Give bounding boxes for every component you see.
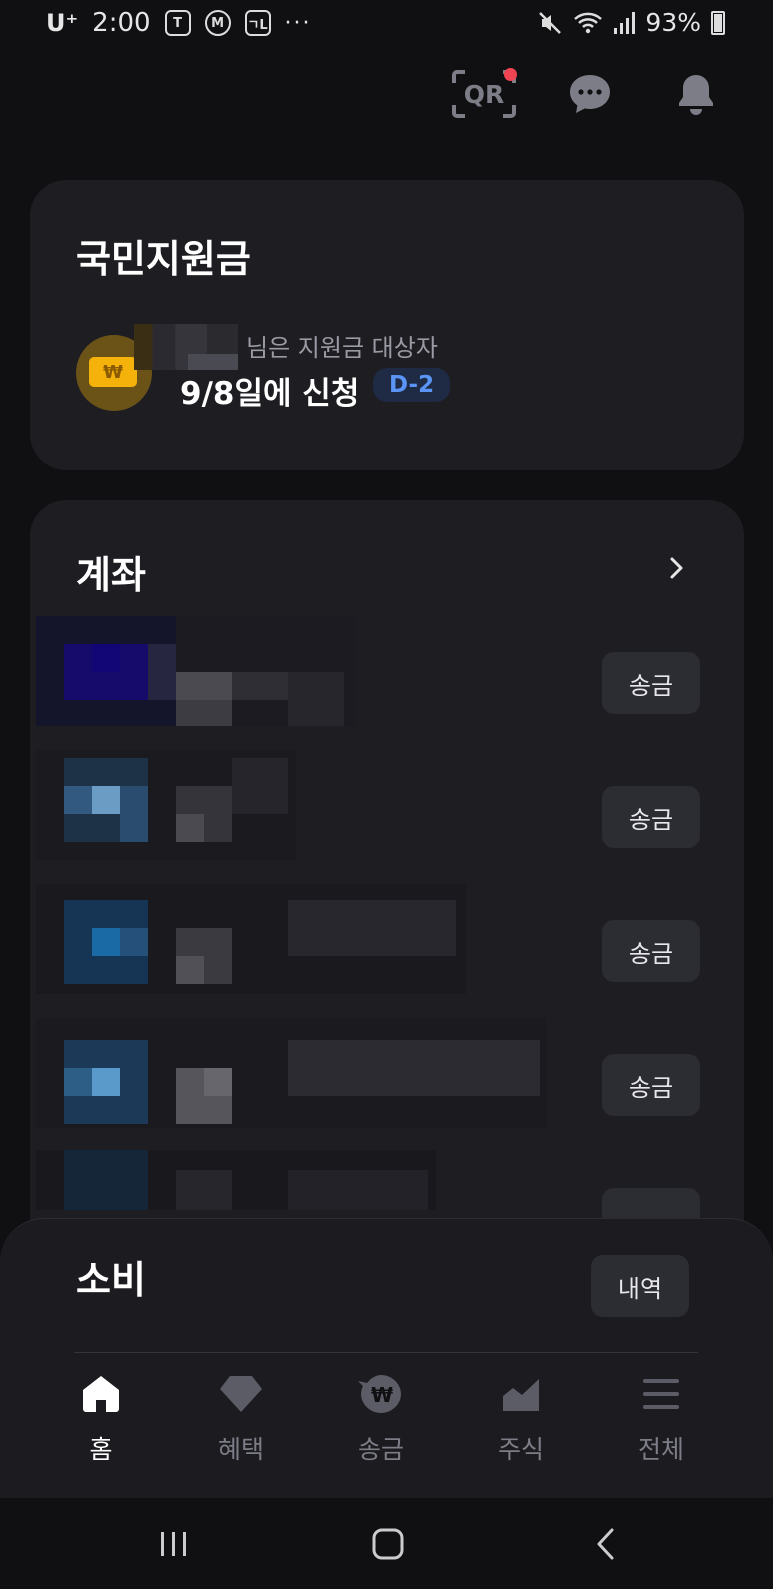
notifications-button[interactable]	[663, 66, 729, 122]
chart-icon	[503, 1379, 539, 1411]
chat-icon	[570, 75, 610, 113]
wifi-icon	[574, 12, 603, 33]
battery-icon	[711, 10, 725, 35]
diamond-icon	[220, 1376, 262, 1412]
blurred-account-info	[36, 884, 466, 994]
blurred-account-info	[36, 1018, 546, 1128]
more-notifications-icon: ···	[284, 10, 312, 36]
m-app-notification-icon: M	[204, 10, 231, 36]
menu-icon	[643, 1379, 679, 1409]
app-notification-icon: ㄱL	[244, 10, 271, 36]
account-row[interactable]: 송금	[30, 750, 744, 860]
nav-label: 홈	[89, 1435, 113, 1464]
history-button[interactable]: 내역	[591, 1255, 689, 1317]
nav-label: 주식	[497, 1435, 544, 1464]
divider	[74, 1352, 698, 1353]
dday-badge: D-2	[373, 368, 451, 402]
blurred-account-info	[36, 750, 296, 860]
support-card-title: 국민지원금	[76, 237, 251, 281]
send-money-button[interactable]: 송금	[602, 1054, 700, 1116]
blurred-user-name	[134, 324, 238, 370]
nav-benefits[interactable]: 혜택	[186, 1370, 296, 1466]
chat-button[interactable]	[557, 66, 623, 122]
won-ticket-icon: ₩	[89, 357, 137, 387]
home-square-icon	[372, 1528, 404, 1560]
send-money-button[interactable]: 송금	[602, 920, 700, 982]
accounts-title[interactable]: 계좌	[76, 544, 146, 599]
nav-transfer[interactable]: ₩ 송금	[326, 1370, 436, 1466]
accounts-card: 계좌 송금 송금 송금 송금	[30, 500, 744, 1260]
recent-apps-icon	[161, 1532, 186, 1556]
chevron-right-icon[interactable]	[664, 556, 688, 580]
system-nav-bar	[0, 1498, 773, 1589]
clock: 2:00	[92, 8, 151, 38]
nav-stocks[interactable]: 주식	[466, 1370, 576, 1466]
back-icon	[597, 1528, 614, 1560]
blurred-account-info	[36, 616, 356, 726]
nav-label: 송금	[357, 1435, 404, 1464]
account-row[interactable]: 송금	[30, 1018, 744, 1128]
nav-label: 혜택	[217, 1435, 264, 1464]
home-icon	[83, 1376, 119, 1412]
notification-dot	[504, 68, 517, 81]
account-row[interactable]: 송금	[30, 616, 744, 726]
battery-percent: 93%	[645, 8, 701, 37]
spending-title: 소비	[76, 1258, 146, 1302]
recent-apps-button[interactable]	[144, 1520, 204, 1568]
won-icon: ₩	[358, 1375, 401, 1413]
svg-text:₩: ₩	[371, 1383, 393, 1407]
signal-icon	[614, 11, 636, 34]
apply-date-text: 9/8일에 신청	[180, 376, 360, 412]
back-button[interactable]	[576, 1520, 636, 1568]
nav-home[interactable]: 홈	[46, 1370, 156, 1466]
qr-label: QR	[464, 80, 505, 109]
send-money-button[interactable]: 송금	[602, 652, 700, 714]
twitch-notification-icon: T	[164, 10, 191, 36]
nav-label: 전체	[637, 1435, 684, 1464]
qr-scan-button[interactable]: QR	[451, 66, 517, 122]
nav-all[interactable]: 전체	[606, 1370, 716, 1466]
send-money-button[interactable]: 송금	[602, 786, 700, 848]
bell-icon	[679, 75, 713, 115]
mute-icon	[539, 11, 562, 34]
carrier-label: U⁺	[46, 9, 79, 37]
header-actions: QR	[451, 66, 729, 122]
status-bar: U⁺ 2:00 T M ㄱL ··· 93%	[0, 0, 773, 48]
support-fund-card[interactable]: 국민지원금 ₩ 님은 지원금 대상자 9/8일에 신청 D-2	[30, 180, 744, 470]
eligibility-text: 님은 지원금 대상자	[246, 334, 438, 362]
home-button[interactable]	[358, 1520, 418, 1568]
account-row[interactable]: 송금	[30, 884, 744, 994]
bottom-nav: 홈 혜택 ₩ 송금 주식 전체	[0, 1370, 773, 1480]
